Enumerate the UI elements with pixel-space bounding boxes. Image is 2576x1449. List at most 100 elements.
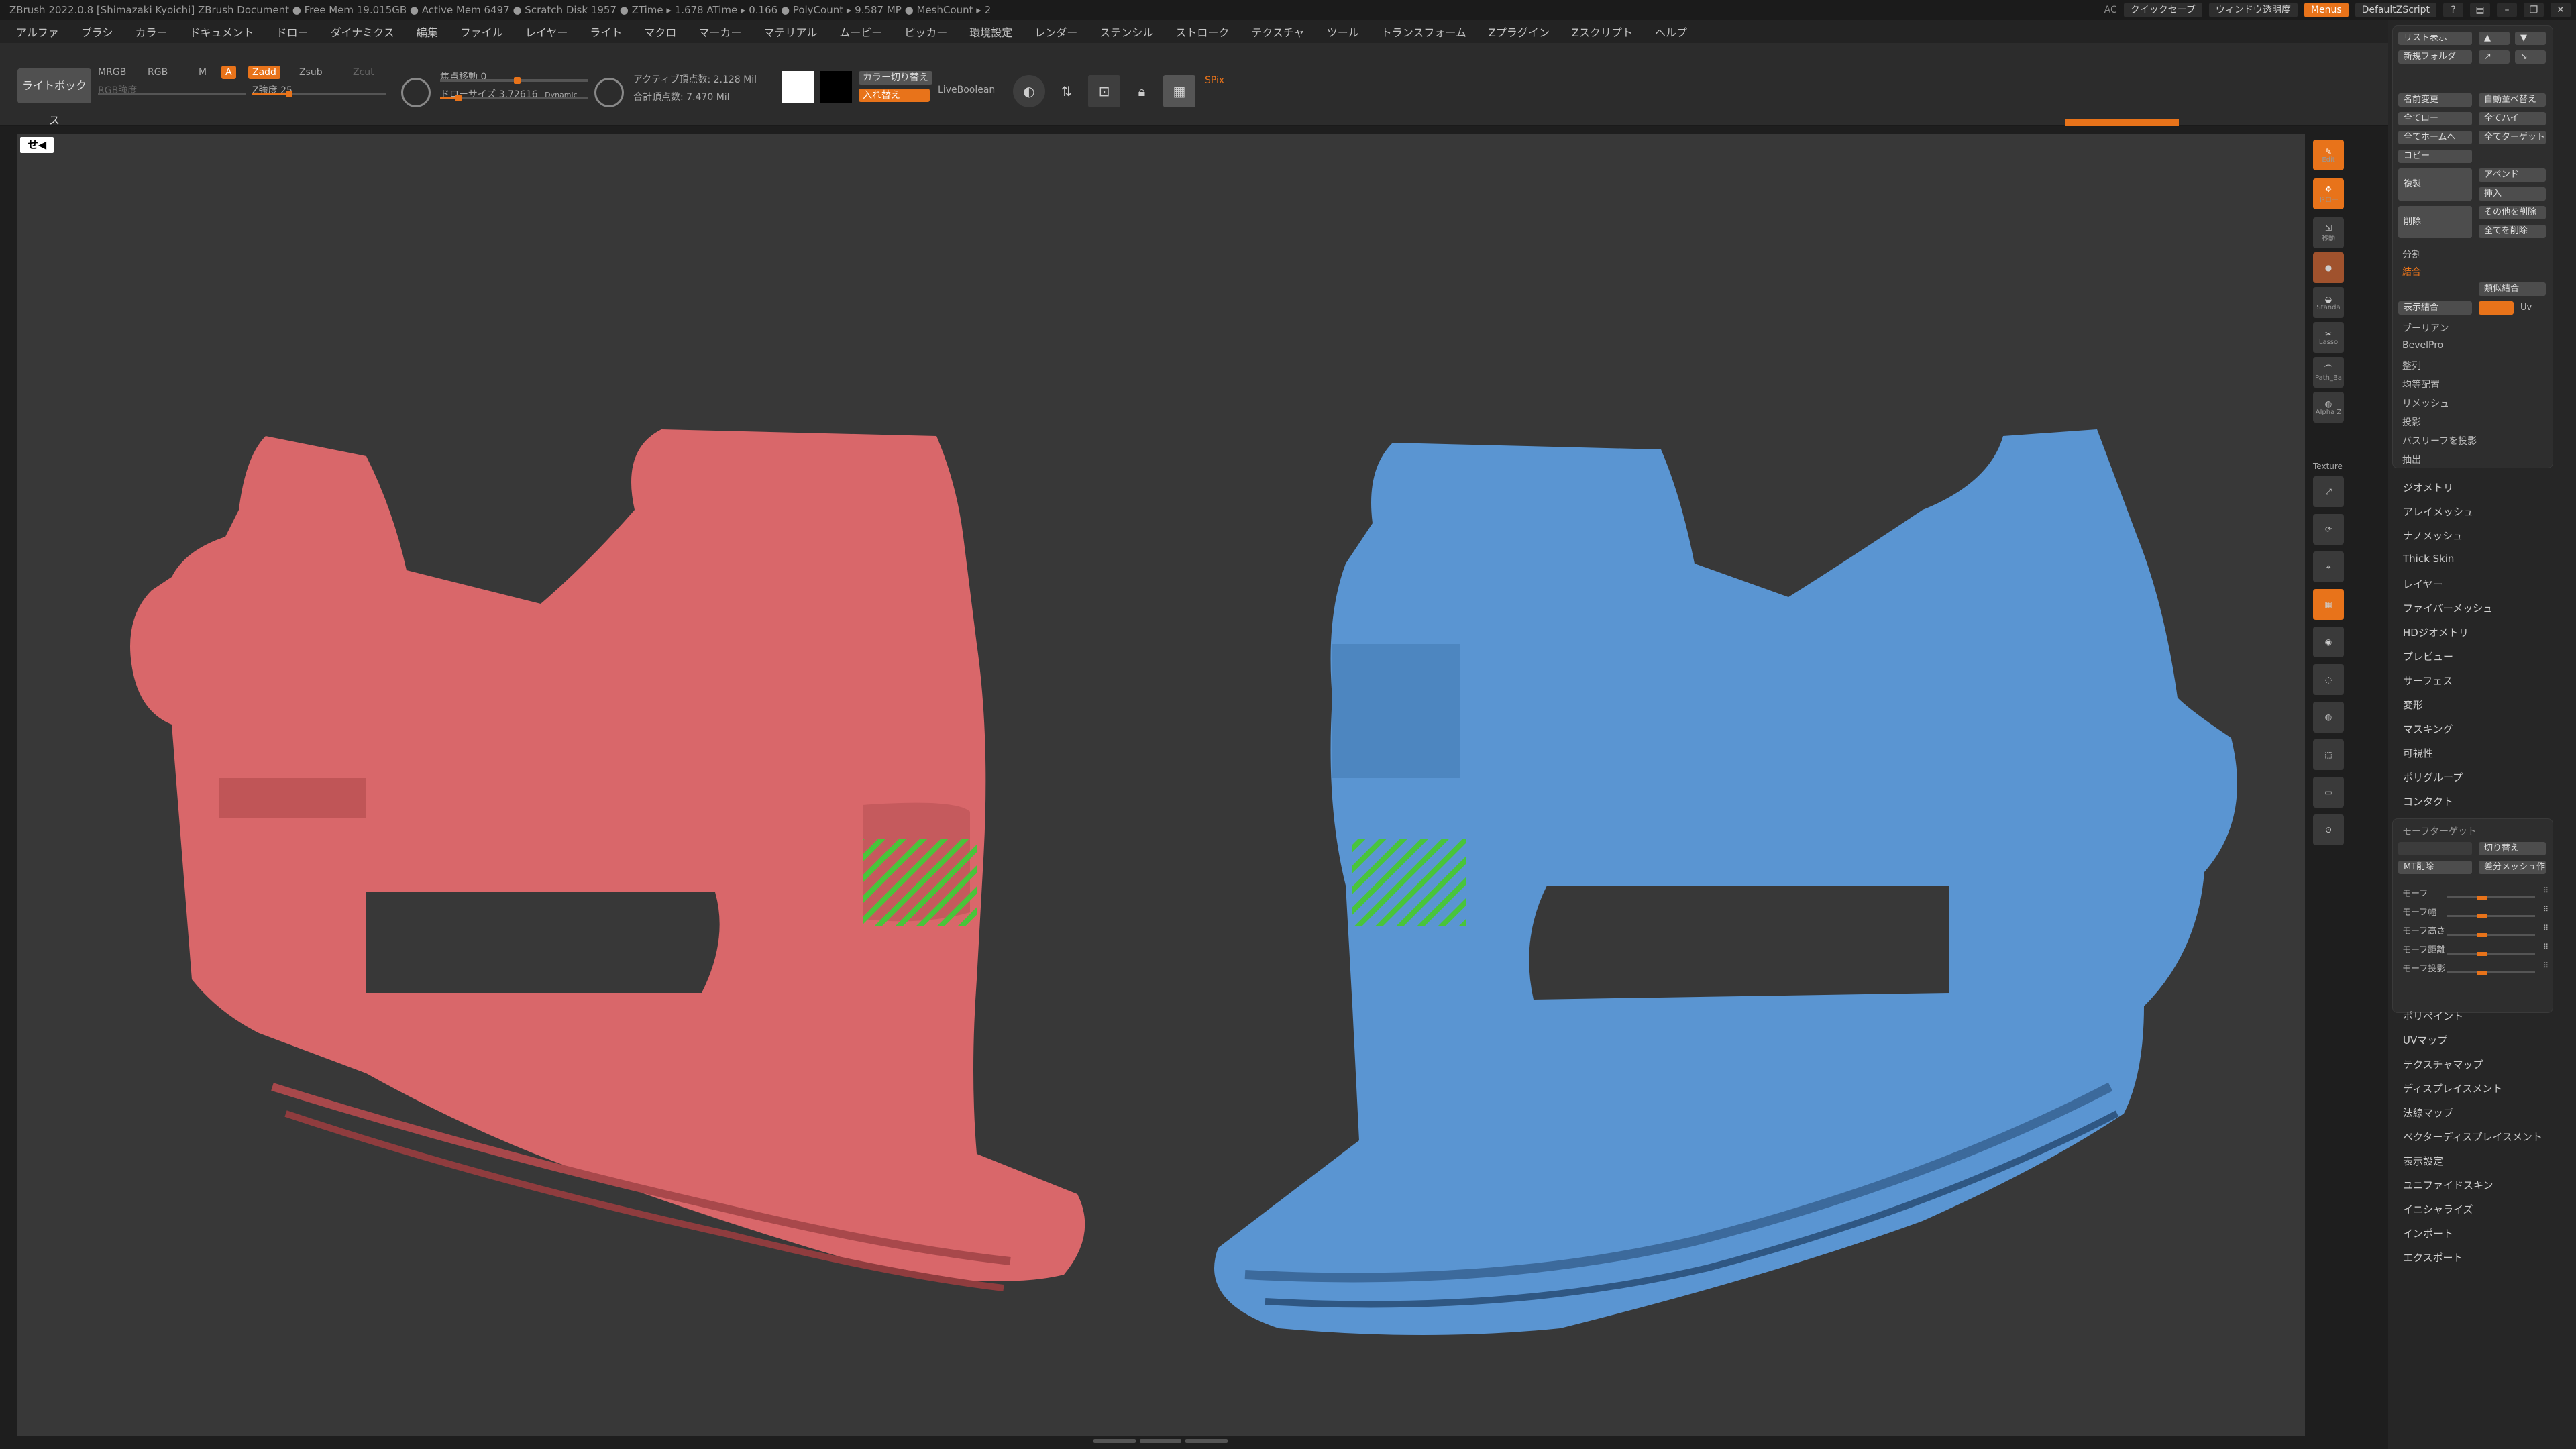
- transp-toggle-icon[interactable]: ◌: [2313, 664, 2344, 695]
- insert-button[interactable]: 挿入: [2479, 187, 2546, 201]
- diff-mesh-button[interactable]: 差分メッシュ作: [2479, 861, 2546, 874]
- menu-item-24[interactable]: ヘルプ: [1655, 23, 1687, 40]
- split-menu[interactable]: 分割: [2402, 248, 2421, 261]
- scale-icon[interactable]: ⤢: [2313, 476, 2344, 507]
- menus2-item-10[interactable]: エクスポート: [2403, 1250, 2463, 1265]
- help-icon[interactable]: ?: [2443, 3, 2463, 17]
- bottom-tray-handle[interactable]: [1093, 1437, 1228, 1445]
- morph-slider-0[interactable]: モーフ ⠿: [2400, 886, 2548, 900]
- ghost-icon[interactable]: ◍: [2313, 702, 2344, 733]
- merge-menu[interactable]: 結合: [2402, 265, 2421, 278]
- polyframe-icon[interactable]: ▦: [2313, 589, 2344, 620]
- menus2-item-0[interactable]: ポリペイント: [2403, 1009, 2463, 1023]
- morph-slider-1[interactable]: モーフ幅 ⠿: [2400, 905, 2548, 918]
- transp-icon[interactable]: ▦: [1163, 75, 1195, 107]
- minimize-icon[interactable]: –: [2497, 3, 2517, 17]
- xyz-toggle-icon[interactable]: ⠿: [2543, 943, 2548, 951]
- menu-item-20[interactable]: ツール: [1327, 23, 1359, 40]
- layout-icon[interactable]: ▤: [2470, 3, 2490, 17]
- edit-button[interactable]: ✎ Edit: [2313, 140, 2344, 170]
- project-bas-relief-menu[interactable]: バスリーフを投影: [2402, 434, 2477, 447]
- duplicate-button[interactable]: 複製: [2398, 168, 2472, 201]
- menus-item-0[interactable]: ジオメトリ: [2403, 480, 2453, 494]
- menus-item-2[interactable]: ナノメッシュ: [2403, 529, 2463, 543]
- zadd-button[interactable]: Zadd: [248, 66, 280, 79]
- menu-item-5[interactable]: ダイナミクス: [331, 23, 394, 40]
- default-zscript-button[interactable]: DefaultZScript: [2355, 3, 2436, 17]
- menus2-item-4[interactable]: 法線マップ: [2403, 1106, 2453, 1120]
- menu-item-2[interactable]: カラー: [136, 23, 168, 40]
- model-canvas[interactable]: [17, 134, 2305, 1436]
- menu-item-9[interactable]: ライト: [590, 23, 622, 40]
- viewport-label[interactable]: せ◀: [20, 137, 54, 153]
- d-brush-icon[interactable]: [594, 78, 624, 107]
- menus-item-3[interactable]: Thick Skin: [2403, 553, 2454, 565]
- standard-brush-button[interactable]: ◒ Standa: [2313, 287, 2344, 318]
- menus2-item-2[interactable]: テクスチャマップ: [2403, 1057, 2483, 1071]
- menus-item-12[interactable]: ポリグループ: [2403, 770, 2463, 784]
- xyz-toggle-icon[interactable]: ⠿: [2543, 924, 2548, 932]
- rgb-intensity-slider[interactable]: RGB強度: [98, 83, 246, 96]
- s-brush-icon[interactable]: [401, 78, 431, 107]
- menu-item-13[interactable]: ムービー: [839, 23, 882, 40]
- menu-item-16[interactable]: レンダー: [1034, 23, 1077, 40]
- remesh-menu[interactable]: リメッシュ: [2402, 396, 2449, 410]
- menu-item-17[interactable]: ステンシル: [1099, 23, 1153, 40]
- visible-merge-button[interactable]: 表示結合: [2398, 301, 2472, 315]
- mrgb-button[interactable]: MRGB: [98, 67, 126, 78]
- secondary-color-swatch[interactable]: [820, 71, 852, 103]
- all-low-button[interactable]: 全てロー: [2398, 112, 2472, 125]
- menu-item-1[interactable]: ブラシ: [81, 23, 113, 40]
- auto-sort-button[interactable]: 自動並べ替え: [2479, 93, 2546, 107]
- window-transparency-button[interactable]: ウィンドウ透明度: [2208, 3, 2298, 17]
- menus2-item-9[interactable]: インポート: [2403, 1226, 2453, 1240]
- gizmo-icon[interactable]: ⌖: [2313, 551, 2344, 582]
- frame-icon[interactable]: ⊡: [1088, 75, 1120, 107]
- path-button[interactable]: ⌒ Path_Ba: [2313, 357, 2344, 388]
- menu-item-14[interactable]: ピッカー: [904, 23, 947, 40]
- spix-label[interactable]: SPix: [1205, 75, 1224, 86]
- swap-button[interactable]: 入れ替え: [859, 89, 930, 102]
- menu-item-4[interactable]: ドロー: [276, 23, 309, 40]
- menus2-item-6[interactable]: 表示設定: [2403, 1154, 2443, 1168]
- morph-slider-knob[interactable]: [2477, 896, 2487, 900]
- main-color-swatch[interactable]: [782, 71, 814, 103]
- menus-item-5[interactable]: ファイバーメッシュ: [2403, 601, 2493, 615]
- menus-item-9[interactable]: 変形: [2403, 698, 2423, 712]
- menus-item-10[interactable]: マスキング: [2403, 722, 2453, 736]
- blue-mesh[interactable]: [1214, 429, 2237, 1335]
- material-button[interactable]: ●: [2313, 252, 2344, 283]
- draw-size-slider[interactable]: ドローサイズ 3.72616 Dynamic: [440, 87, 588, 101]
- floor-grid-icon[interactable]: ▭: [2313, 777, 2344, 808]
- morph-slider-knob[interactable]: [2477, 952, 2487, 956]
- menus-item-6[interactable]: HDジオメトリ: [2403, 625, 2469, 639]
- rotate-icon[interactable]: ⟳: [2313, 514, 2344, 545]
- menu-item-3[interactable]: ドキュメント: [190, 23, 254, 40]
- m-button[interactable]: M: [199, 67, 207, 78]
- rename-button[interactable]: 名前変更: [2398, 93, 2472, 107]
- floor-icon[interactable]: ⇅: [1051, 75, 1083, 107]
- draw-button[interactable]: ✥ ドロー: [2313, 178, 2344, 209]
- lightbox-button[interactable]: ライトボックス: [17, 68, 91, 127]
- menus-item-1[interactable]: アレイメッシュ: [2403, 504, 2473, 519]
- liveboolean-button[interactable]: LiveBoolean: [938, 85, 995, 95]
- xyz-toggle-icon[interactable]: ⠿: [2543, 886, 2548, 895]
- align-menu[interactable]: 整列: [2402, 359, 2421, 372]
- menu-item-8[interactable]: レイヤー: [525, 23, 568, 40]
- local-icon[interactable]: ⊙: [2313, 814, 2344, 845]
- solo-icon[interactable]: ◉: [2313, 627, 2344, 657]
- menu-item-23[interactable]: Zスクリプト: [1572, 23, 1633, 40]
- perspective-icon[interactable]: ⬚: [2313, 739, 2344, 770]
- move-up-icon[interactable]: ↗: [2479, 50, 2510, 64]
- morph-slider-knob[interactable]: [2477, 971, 2487, 975]
- copy-button[interactable]: コピー: [2398, 150, 2472, 163]
- zsub-button[interactable]: Zsub: [299, 67, 323, 78]
- menu-item-19[interactable]: テクスチャ: [1251, 23, 1304, 40]
- color-switch-button[interactable]: カラー切り替え: [859, 71, 932, 85]
- menu-item-12[interactable]: マテリアル: [763, 23, 817, 40]
- morph-target-title[interactable]: モーフターゲット: [2402, 824, 2477, 838]
- menus-item-7[interactable]: プレビュー: [2403, 649, 2453, 663]
- menu-item-21[interactable]: トランスフォーム: [1381, 23, 1466, 40]
- menus-item-11[interactable]: 可視性: [2403, 746, 2433, 760]
- bevelpro-menu[interactable]: BevelPro: [2402, 340, 2443, 351]
